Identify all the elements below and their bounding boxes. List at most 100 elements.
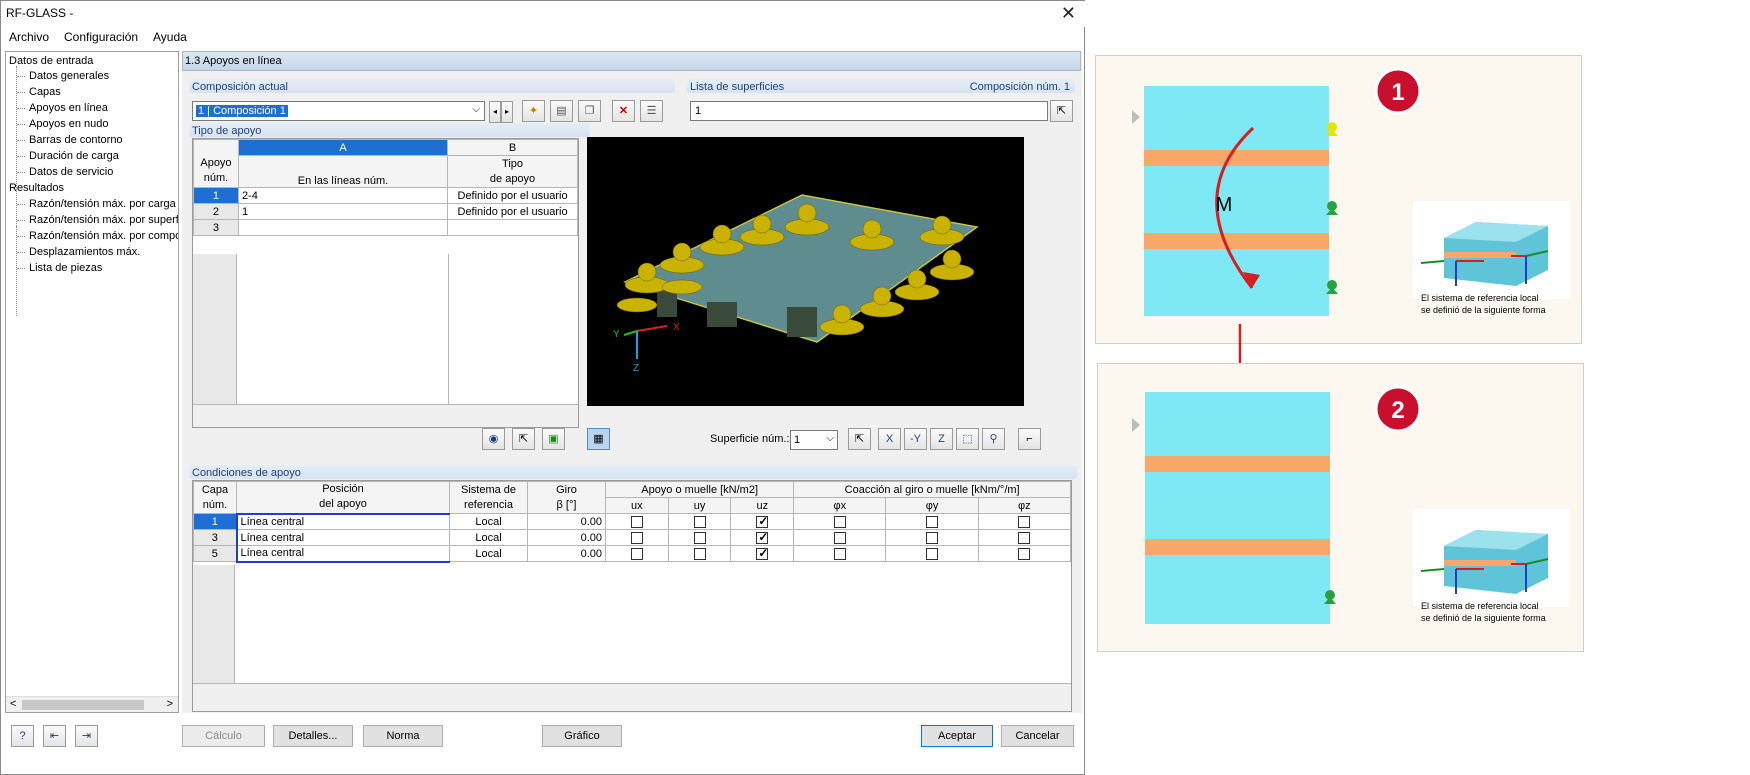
col-a-header[interactable]: A xyxy=(237,139,449,156)
tree-duracion-carga[interactable]: Duración de carga xyxy=(29,150,119,162)
illustration-panel-2: 2 El sistema de referencia local se defi… xyxy=(1097,363,1584,652)
lineas-cell[interactable]: 2-4 xyxy=(237,187,449,204)
tree-resultados[interactable]: Resultados xyxy=(9,182,64,194)
pick-surface-icon[interactable]: ⇱ xyxy=(1050,100,1073,122)
condiciones-table: Capa núm. Posición del apoyo Sistema de ref… xyxy=(193,481,1072,563)
detalles-button[interactable]: Detalles... xyxy=(273,725,353,747)
3d-view[interactable]: X Y Z xyxy=(587,137,1024,406)
tipo-apoyo-table-container: A B Apoyo núm. En las líneas núm. Tipo de … xyxy=(192,138,579,428)
prev-icon[interactable]: ◂ xyxy=(489,101,501,123)
cancelar-button[interactable]: Cancelar xyxy=(1001,725,1074,747)
phiy-checkbox[interactable] xyxy=(926,515,939,528)
phiy-checkbox[interactable] xyxy=(926,531,939,544)
table-row[interactable]: 1 Línea central Local 0.00 xyxy=(193,512,1072,530)
phix-checkbox[interactable] xyxy=(833,515,846,528)
lineas-header: En las líneas núm. xyxy=(237,155,449,188)
condiciones-label: Condiciones de apoyo xyxy=(192,467,301,479)
phix-checkbox[interactable] xyxy=(833,531,846,544)
delete-icon[interactable]: ✕ xyxy=(612,100,635,122)
uy-checkbox[interactable] xyxy=(693,531,706,544)
composicion-value: 1 | Composición 1 xyxy=(196,105,288,117)
phiz-checkbox[interactable] xyxy=(1018,515,1031,528)
close-icon[interactable]: ✕ xyxy=(1061,3,1076,24)
tree-datos-generales[interactable]: Datos generales xyxy=(29,70,109,82)
list-icon[interactable]: ☰ xyxy=(640,100,663,122)
section-header: 1.3 Apoyos en línea xyxy=(182,51,1081,71)
menu-bar: Archivo Configuración Ayuda xyxy=(1,27,1086,47)
uz-checkbox[interactable] xyxy=(756,514,768,528)
chevron-down-icon[interactable]: ⌵ xyxy=(826,433,834,444)
uy-checkbox[interactable] xyxy=(693,515,706,528)
scroll-left-icon[interactable]: < xyxy=(10,698,16,710)
posicion-cell[interactable]: Línea central xyxy=(235,529,450,546)
uz-checkbox[interactable] xyxy=(756,530,768,544)
tree-desplazamientos[interactable]: Desplazamientos máx. xyxy=(29,246,140,258)
tree-capas[interactable]: Capas xyxy=(29,86,61,98)
window-title: RF-GLASS - xyxy=(6,6,74,20)
tree-apoyos-linea[interactable]: Apoyos en línea xyxy=(29,102,108,114)
import-icon[interactable]: ⇤ xyxy=(43,725,66,747)
export-excel-icon[interactable]: ▣ xyxy=(542,428,565,450)
col-b-header[interactable]: B xyxy=(447,139,578,156)
superficie-num-select[interactable]: 1 ⌵ xyxy=(790,430,838,450)
ux-checkbox[interactable] xyxy=(630,531,643,544)
composicion-select[interactable]: 1 | Composición 1 ⌵ xyxy=(192,101,485,121)
measure-icon[interactable]: ⌐ xyxy=(1018,428,1041,450)
glass-plate-3d-graphic: X Y Z xyxy=(613,194,979,374)
superficies-input[interactable]: 1 xyxy=(690,101,1048,121)
grafico-button[interactable]: Gráfico xyxy=(542,725,622,747)
zoom-icon[interactable]: ⚲ xyxy=(982,428,1005,450)
section-title: 1.3 Apoyos en línea xyxy=(185,55,282,67)
view-y-icon[interactable]: -Y xyxy=(904,428,927,450)
view-z-icon[interactable]: Z xyxy=(930,428,953,450)
tree-razon-composicion[interactable]: Razón/tensión máx. por compo xyxy=(29,230,178,242)
phiz-checkbox[interactable] xyxy=(1018,531,1031,544)
calculo-button[interactable]: Cálculo xyxy=(182,725,265,747)
tree-razon-superficie[interactable]: Razón/tensión máx. por superf xyxy=(29,214,178,226)
view-mode-icon[interactable]: ▦ xyxy=(587,428,610,450)
eye-icon[interactable]: ◉ xyxy=(482,428,505,450)
uy-checkbox[interactable] xyxy=(693,547,706,560)
ux-checkbox[interactable] xyxy=(630,547,643,560)
tree-lista-piezas[interactable]: Lista de piezas xyxy=(29,262,102,274)
table-row[interactable]: 3 Línea central Local 0.00 xyxy=(193,529,1072,546)
composicion-label: Composición actual xyxy=(192,81,288,93)
phiz-checkbox[interactable] xyxy=(1018,547,1031,560)
copy-composition-icon[interactable]: ❐ xyxy=(578,100,601,122)
select-view-icon[interactable]: ⇱ xyxy=(848,428,871,450)
menu-configuracion[interactable]: Configuración xyxy=(64,30,138,44)
horizontal-scrollbar[interactable]: < > xyxy=(6,696,178,712)
phiy-checkbox[interactable] xyxy=(926,547,939,560)
uz-checkbox[interactable] xyxy=(756,546,768,560)
select-icon[interactable]: ⇱ xyxy=(512,428,535,450)
chevron-down-icon[interactable]: ⌵ xyxy=(472,104,480,115)
isometric-icon[interactable]: ⬚ xyxy=(956,428,979,450)
help-icon[interactable]: ? xyxy=(11,725,34,747)
view-x-icon[interactable]: X xyxy=(878,428,901,450)
table-row[interactable]: 1 2-4 Definido por el usuario xyxy=(193,187,578,204)
next-icon[interactable]: ▸ xyxy=(501,101,513,123)
table-row[interactable]: 3 xyxy=(193,219,578,236)
posicion-cell[interactable]: Línea central xyxy=(235,512,450,530)
table-row[interactable]: 5 Línea central Local 0.00 xyxy=(193,545,1072,563)
export-icon[interactable]: ⇥ xyxy=(75,725,98,747)
aceptar-button[interactable]: Aceptar xyxy=(921,725,993,747)
menu-ayuda[interactable]: Ayuda xyxy=(153,30,187,44)
layer-diagram-1: 1 M El sistema de referencia local se de… xyxy=(1132,67,1570,316)
table-row[interactable]: 2 1 Definido por el usuario xyxy=(193,203,578,220)
composicion-num-label: Composición núm. 1 xyxy=(969,81,1070,93)
new-composition-icon[interactable]: ✦ xyxy=(522,100,545,122)
illustration-panel-1: 1 M El sistema de referencia local se de… xyxy=(1095,55,1582,344)
ux-checkbox[interactable] xyxy=(630,515,643,528)
menu-archivo[interactable]: Archivo xyxy=(9,30,49,44)
scroll-right-icon[interactable]: > xyxy=(167,698,173,710)
norma-button[interactable]: Norma xyxy=(363,725,443,747)
tree-datos-servicio[interactable]: Datos de servicio xyxy=(29,166,113,178)
tree-datos-entrada[interactable]: Datos de entrada xyxy=(9,55,93,67)
tree-barras-contorno[interactable]: Barras de contorno xyxy=(29,134,123,146)
phix-checkbox[interactable] xyxy=(833,547,846,560)
tree-razon-carga[interactable]: Razón/tensión máx. por carga xyxy=(29,198,176,210)
edit-composition-icon[interactable]: ▤ xyxy=(550,100,573,122)
tree-apoyos-nudo[interactable]: Apoyos en nudo xyxy=(29,118,109,130)
posicion-cell[interactable]: Línea central xyxy=(235,545,450,563)
